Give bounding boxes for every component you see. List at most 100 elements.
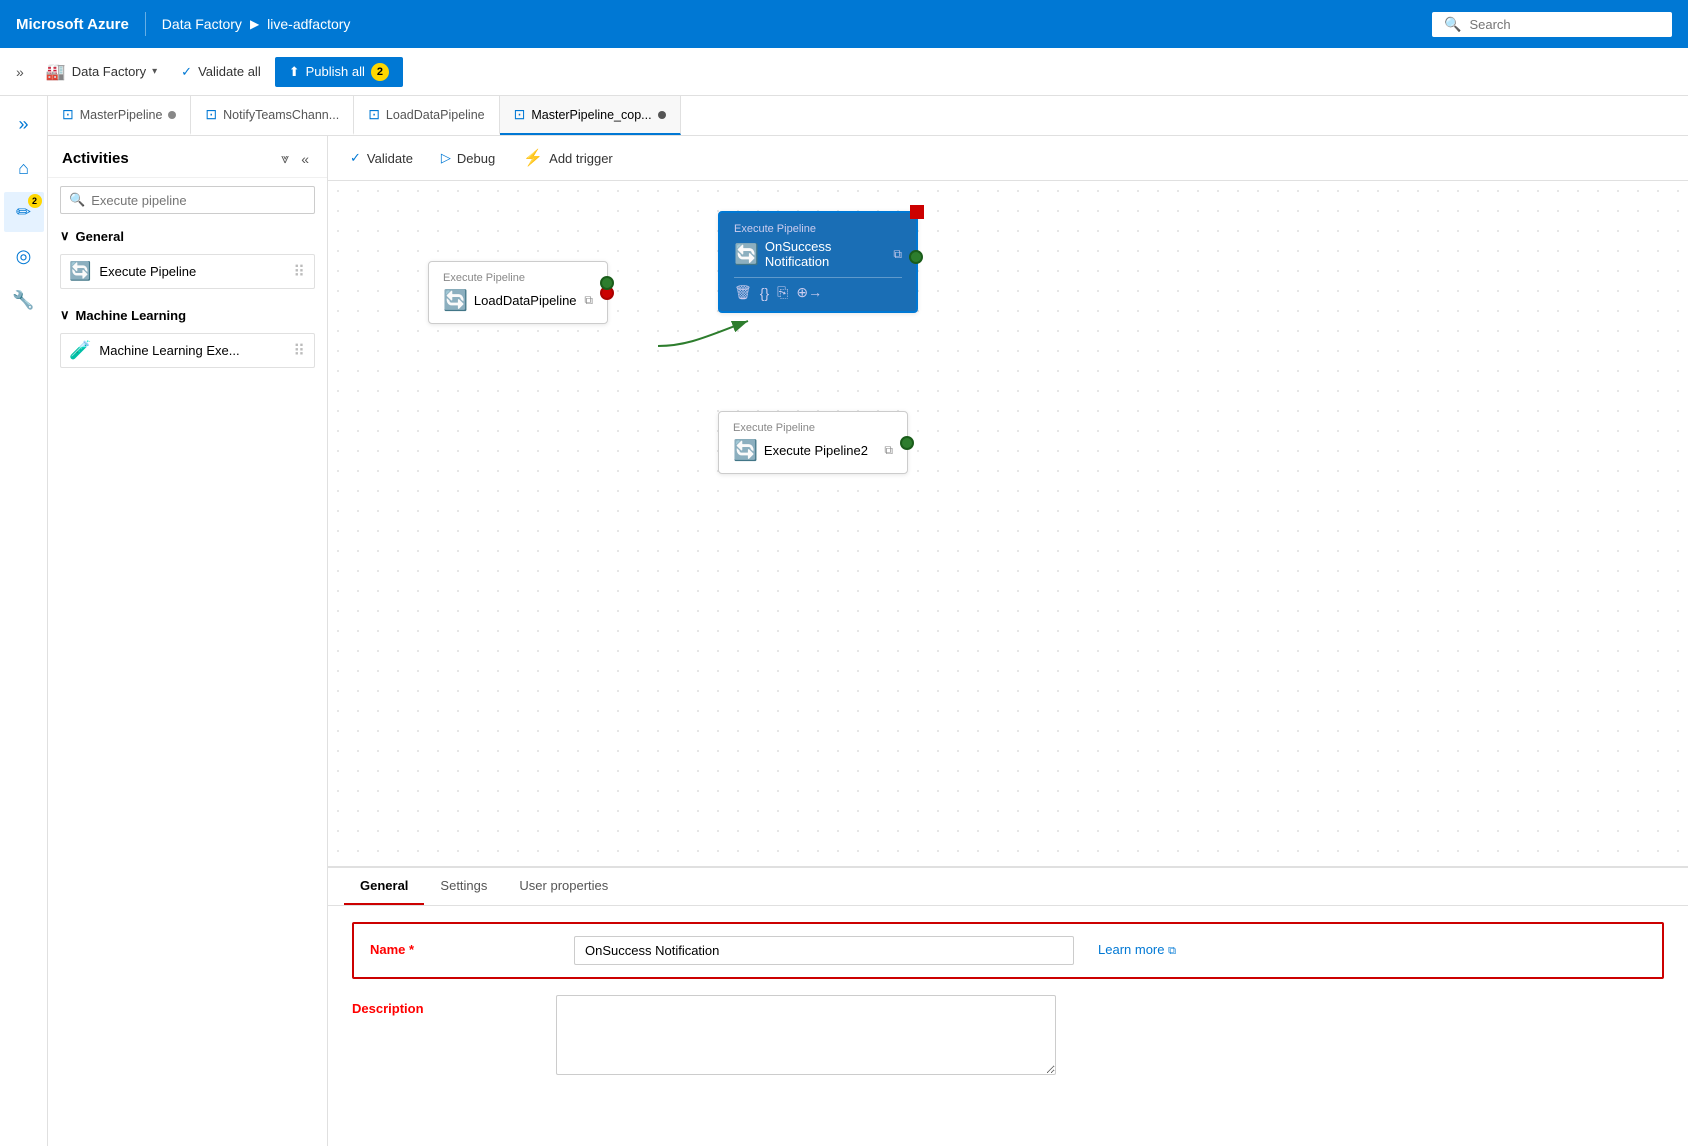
sidebar-btn-collapse[interactable]: » [4, 104, 44, 144]
canvas-toolbar: ✓ Validate ▷ Debug ⚡ Add trigger [328, 136, 1688, 181]
sidebar-btn-author[interactable]: ✏ 2 [4, 192, 44, 232]
learn-more-link[interactable]: Learn more ⧉ [1098, 936, 1176, 958]
name-field-wrapper: Name * Learn more ⧉ [352, 922, 1664, 979]
tab-loaddatapipeline[interactable]: ⊡ LoadDataPipeline [354, 96, 499, 135]
node2-connect-btn[interactable]: ⊕→ [796, 284, 822, 301]
node3-name-text: Execute Pipeline2 [764, 443, 868, 458]
node3-icon: 🔄 [733, 438, 758, 463]
node2-delete-btn[interactable]: 🗑 [734, 284, 752, 301]
validate-btn-label: Validate [367, 151, 413, 166]
tab-label-4: MasterPipeline_cop... [531, 108, 651, 122]
ml-chevron-icon: ∨ [60, 307, 70, 323]
search-icon: 🔍 [1444, 16, 1461, 33]
node2-code-btn[interactable]: {} [760, 284, 769, 301]
tab-pipeline-icon-3: ⊡ [368, 106, 380, 123]
brand-label: Microsoft Azure [16, 16, 129, 33]
activity-drag-handle: ⠿ [293, 262, 306, 282]
node2-open-icon[interactable]: ⧉ [893, 247, 902, 262]
main-layout: » ⌂ ✏ 2 ◎ 🔧 ⊡ MasterPipeline ⊡ NotifyTea… [0, 96, 1688, 1146]
tab-masterpipeline[interactable]: ⊡ MasterPipeline [48, 96, 191, 135]
bottom-content: Name * Learn more ⧉ [328, 906, 1688, 1146]
activities-search-box[interactable]: 🔍 [60, 186, 315, 214]
manage-icon: 🔧 [12, 290, 34, 311]
general-section-header[interactable]: ∨ General [60, 222, 315, 250]
ml-execute-activity[interactable]: 🧪 Machine Learning Exe... ⠿ [60, 333, 315, 368]
node2-right-connector [909, 250, 923, 264]
name-field-label: Name * [370, 936, 550, 957]
add-trigger-label: Add trigger [549, 151, 613, 166]
settings-tab-label: Settings [440, 878, 487, 893]
publish-icon: ⬆ [289, 64, 300, 80]
sidebar-btn-home[interactable]: ⌂ [4, 148, 44, 188]
tab-pipeline-icon-4: ⊡ [514, 106, 526, 123]
sidebar-btn-manage[interactable]: 🔧 [4, 280, 44, 320]
icon-sidebar: » ⌂ ✏ 2 ◎ 🔧 [0, 96, 48, 1146]
debug-btn-label: Debug [457, 151, 495, 166]
node2-copy-btn[interactable]: ⎘ [777, 284, 788, 301]
search-input[interactable] [1469, 17, 1660, 32]
add-trigger-btn[interactable]: ⚡ Add trigger [517, 144, 619, 172]
top-bar: Microsoft Azure Data Factory ▶ live-adfa… [0, 0, 1688, 48]
node1-icon: 🔄 [443, 288, 468, 313]
general-section-label: General [76, 229, 124, 244]
tab-settings[interactable]: Settings [424, 868, 503, 905]
tab-label-2: NotifyTeamsChann... [223, 108, 339, 122]
node2-success-dot [909, 250, 923, 264]
factory-icon: 🏭 [46, 62, 66, 82]
node3-open-icon[interactable]: ⧉ [884, 443, 893, 458]
publish-all-btn[interactable]: ⬆ Publish all 2 [275, 57, 403, 87]
breadcrumb-nav2: live-adfactory [267, 16, 350, 32]
tab-general[interactable]: General [344, 868, 424, 905]
description-input[interactable] [556, 995, 1056, 1075]
debug-btn[interactable]: ▷ Debug [435, 146, 501, 170]
validate-icon: ✓ [181, 64, 192, 80]
ml-section-header[interactable]: ∨ Machine Learning [60, 301, 315, 329]
node1-success-connector [600, 276, 614, 290]
second-bar: » 🏭 Data Factory ▾ ✓ Validate all ⬆ Publ… [0, 48, 1688, 96]
tab-dot-4 [658, 111, 666, 119]
validate-all-btn[interactable]: ✓ Validate all [171, 58, 271, 86]
node2-name-text: OnSuccessNotification [765, 239, 831, 269]
resource-btn[interactable]: 🏭 Data Factory ▾ [36, 56, 167, 88]
node2-name: 🔄 OnSuccessNotification ⧉ [734, 239, 902, 269]
node1-open-icon[interactable]: ⧉ [584, 293, 593, 308]
tab-masterpipeline-copy[interactable]: ⊡ MasterPipeline_cop... [500, 96, 681, 135]
activities-ml-section: ∨ Machine Learning 🧪 Machine Learning Ex… [48, 301, 327, 372]
execute-pipeline-activity[interactable]: 🔄 Execute Pipeline ⠿ [60, 254, 315, 289]
activities-controls: ⩔ « [277, 148, 313, 169]
name-field-row: Name * Learn more ⧉ [370, 936, 1646, 965]
publish-badge: 2 [371, 63, 389, 81]
general-chevron-icon: ∨ [60, 228, 70, 244]
name-input[interactable] [574, 936, 1074, 965]
activities-search-input[interactable] [91, 193, 306, 208]
search-bar[interactable]: 🔍 [1432, 12, 1672, 37]
tab-pipeline-icon-2: ⊡ [205, 106, 217, 123]
pipeline-canvas[interactable]: Execute Pipeline 🔄 LoadDataPipeline ⧉ [328, 181, 1688, 866]
tab-pipeline-icon-1: ⊡ [62, 106, 74, 123]
panel-layout: Activities ⩔ « 🔍 ∨ General [48, 136, 1688, 1146]
canvas-area: ✓ Validate ▷ Debug ⚡ Add trigger [328, 136, 1688, 1146]
top-sep [145, 12, 146, 36]
collapse-btn[interactable]: » [8, 60, 32, 84]
sidebar-btn-monitor[interactable]: ◎ [4, 236, 44, 276]
validate-btn[interactable]: ✓ Validate [344, 146, 419, 170]
tab-notifyteams[interactable]: ⊡ NotifyTeamsChann... [191, 96, 354, 135]
learn-more-text: Learn more [1098, 942, 1164, 957]
node-onsuccess-notification[interactable]: Execute Pipeline 🔄 OnSuccessNotification… [718, 211, 918, 313]
tab-label-1: MasterPipeline [80, 108, 163, 122]
node-execute-pipeline2[interactable]: Execute Pipeline 🔄 Execute Pipeline2 ⧉ [718, 411, 908, 474]
tab-user-properties[interactable]: User properties [503, 868, 624, 905]
publish-label: Publish all [306, 64, 365, 79]
collapse-panel-btn[interactable]: « [297, 148, 313, 169]
node3-name: 🔄 Execute Pipeline2 ⧉ [733, 438, 893, 463]
content-area: ⊡ MasterPipeline ⊡ NotifyTeamsChann... ⊡… [48, 96, 1688, 1146]
general-tab-label: General [360, 878, 408, 893]
node-load-data-pipeline[interactable]: Execute Pipeline 🔄 LoadDataPipeline ⧉ [428, 261, 608, 324]
dropdown-arrow-icon: ▾ [152, 66, 157, 77]
node3-type-label: Execute Pipeline [733, 422, 893, 434]
execute-pipeline-icon: 🔄 [69, 261, 91, 282]
validate-check-icon: ✓ [350, 150, 361, 166]
description-label: Description [352, 995, 532, 1016]
collapse-all-btn[interactable]: ⩔ [277, 148, 293, 169]
debug-icon: ▷ [441, 150, 451, 166]
